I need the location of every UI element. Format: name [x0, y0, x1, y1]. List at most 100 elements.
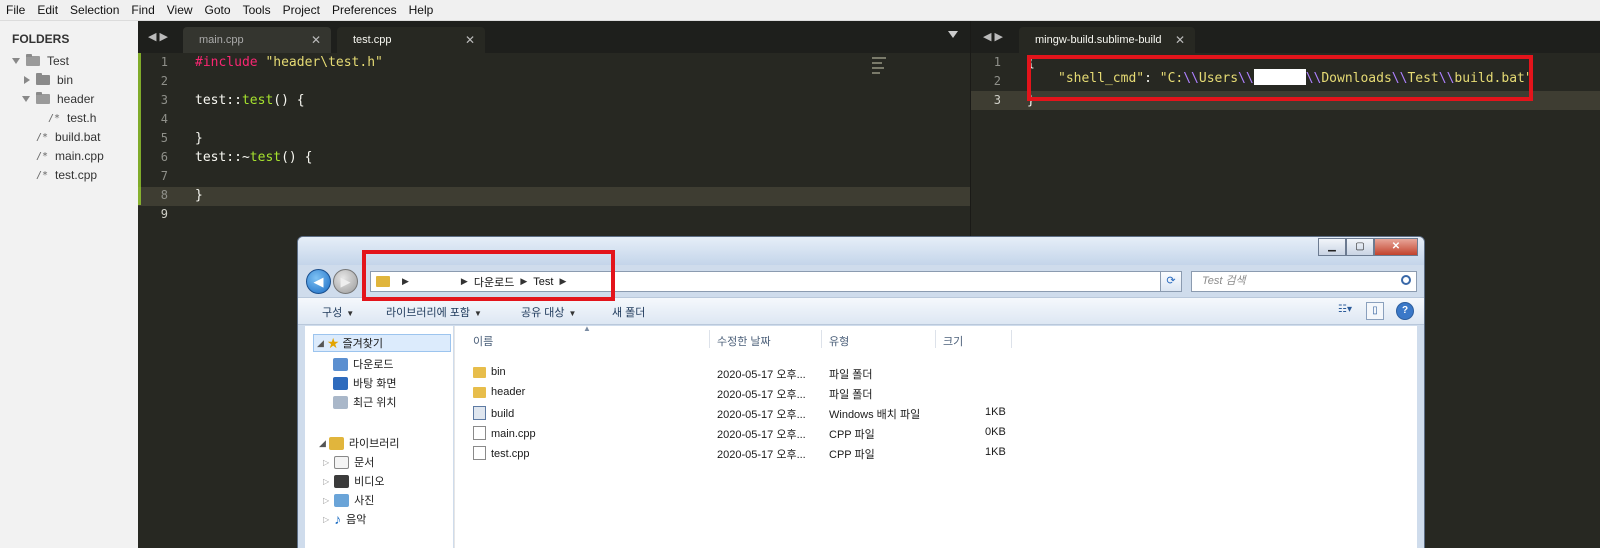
downloads-folder-icon [333, 357, 348, 371]
menu-help[interactable]: Help [403, 0, 440, 21]
pictures-icon [334, 493, 350, 507]
expand-arrow-icon[interactable] [12, 58, 20, 64]
code-line-1[interactable]: #include "header\test.h" [195, 53, 383, 72]
file-row-test-cpp[interactable]: test.cpp 2020-05-17 오후... CPP 파일 1KB [455, 443, 1419, 463]
minimap[interactable] [872, 57, 892, 87]
collapse-arrow-icon[interactable] [24, 76, 30, 84]
nav-videos[interactable]: ▷ 비디오 [323, 472, 385, 490]
code-line-8[interactable]: } [195, 186, 203, 205]
line-number: 1 [160, 55, 168, 69]
refresh-icon[interactable]: ⟳ [1160, 271, 1182, 292]
menu-find[interactable]: Find [125, 0, 160, 21]
menu-file[interactable]: File [0, 0, 31, 21]
search-icon[interactable] [1401, 275, 1411, 285]
tab-main-cpp[interactable]: main.cpp ✕ [183, 27, 331, 53]
nav-label: 비디오 [354, 476, 385, 488]
code-line-6[interactable]: test::~test() { [195, 148, 312, 167]
close-icon[interactable]: ✕ [465, 27, 475, 53]
tab-mingw-build[interactable]: mingw-build.sublime-build ✕ [1019, 27, 1195, 53]
help-icon[interactable]: ? [1396, 302, 1414, 320]
file-icon: /* [48, 112, 61, 124]
file-row-header[interactable]: header 2020-05-17 오후... 파일 폴더 [455, 383, 1419, 403]
tree-item-test[interactable]: Test [12, 52, 69, 70]
current-line-highlight [138, 187, 970, 206]
new-folder-button[interactable]: 새 폴더 [612, 304, 645, 320]
nav-favorites[interactable]: ◢ ★ 즐겨찾기 [313, 334, 451, 352]
menu-edit[interactable]: Edit [31, 0, 64, 21]
documents-icon [334, 455, 350, 469]
collapse-arrow-icon[interactable]: ◢ [317, 338, 324, 349]
column-divider[interactable] [1011, 330, 1012, 348]
expand-arrow-icon[interactable]: ▷ [323, 496, 329, 505]
collapse-arrow-icon[interactable]: ◢ [319, 438, 326, 449]
column-header-modified[interactable]: 수정한 날짜 [717, 333, 771, 349]
file-type: CPP 파일 [829, 429, 875, 441]
tree-item-build-bat[interactable]: /* build.bat [36, 128, 100, 146]
tree-item-test-h[interactable]: /* test.h [48, 109, 96, 127]
nav-label: 라이브러리 [348, 438, 400, 450]
code-line-5[interactable]: } [195, 129, 203, 148]
column-header-size[interactable]: 크기 [943, 333, 963, 349]
nav-recent[interactable]: 최근 위치 [333, 393, 397, 411]
nav-documents[interactable]: ▷ 문서 [323, 453, 374, 471]
nav-downloads[interactable]: 다운로드 [333, 355, 393, 373]
menu-preferences[interactable]: Preferences [326, 0, 403, 21]
file-type: Windows 배치 파일 [829, 409, 921, 421]
code-line-3[interactable]: test::test() { [195, 91, 305, 110]
organize-button[interactable]: 구성 ▼ [322, 304, 354, 320]
tab-scroll-arrows-icon[interactable]: ◀▶ [148, 30, 171, 43]
tree-item-header[interactable]: header [22, 90, 94, 108]
menu-goto[interactable]: Goto [199, 0, 237, 21]
column-header-type[interactable]: 유형 [829, 333, 849, 349]
file-row-bin[interactable]: bin 2020-05-17 오후... 파일 폴더 [455, 363, 1419, 383]
tree-item-main-cpp[interactable]: /* main.cpp [36, 147, 104, 165]
close-window-icon[interactable]: ✕ [1374, 238, 1418, 256]
column-header-name[interactable]: 이름 [473, 333, 493, 349]
nav-libraries[interactable]: ◢ 라이브러리 [319, 434, 400, 452]
view-options-icon[interactable]: ☷▾ [1336, 302, 1354, 320]
line-number: 4 [160, 112, 168, 126]
tab-test-cpp[interactable]: test.cpp ✕ [337, 27, 485, 53]
file-row-build[interactable]: build 2020-05-17 오후... Windows 배치 파일 1KB [455, 403, 1419, 423]
column-divider[interactable] [709, 330, 710, 348]
expand-arrow-icon[interactable] [22, 96, 30, 102]
nav-music[interactable]: ▷ ♪ 음악 [323, 510, 366, 528]
share-label: 공유 대상 [521, 307, 565, 319]
tree-item-label: bin [57, 73, 74, 87]
expand-arrow-icon[interactable]: ▷ [323, 458, 329, 467]
file-modified: 2020-05-17 오후... [717, 389, 806, 401]
line-number: 8 [160, 188, 168, 202]
gutter: 1 2 3 4 5 6 7 8 9 [138, 53, 188, 548]
preview-pane-icon[interactable]: ▯ [1366, 302, 1384, 320]
file-row-main-cpp[interactable]: main.cpp 2020-05-17 오후... CPP 파일 0KB [455, 423, 1419, 443]
share-button[interactable]: 공유 대상 ▼ [521, 304, 576, 320]
tree-item-bin[interactable]: bin [22, 71, 73, 89]
close-icon[interactable]: ✕ [311, 27, 321, 53]
tab-scroll-arrows-icon[interactable]: ◀▶ [983, 30, 1006, 43]
line-number: 3 [160, 93, 168, 107]
menu-view[interactable]: View [161, 0, 199, 21]
window-controls: ▁ ▢ ✕ [1318, 238, 1418, 256]
include-library-button[interactable]: 라이브러리에 포함 ▼ [386, 304, 482, 320]
highlight-box-address [362, 250, 615, 301]
forward-arrow-icon[interactable]: ▶ [333, 269, 358, 294]
menu-project[interactable]: Project [277, 0, 326, 21]
expand-arrow-icon[interactable]: ▷ [323, 477, 329, 486]
back-arrow-icon[interactable]: ◀ [306, 269, 331, 294]
tree-item-test-cpp[interactable]: /* test.cpp [36, 166, 97, 184]
expand-arrow-icon[interactable]: ▷ [323, 515, 329, 524]
search-input[interactable]: Test 검색 [1191, 271, 1417, 292]
file-type: 파일 폴더 [829, 369, 873, 381]
menu-tools[interactable]: Tools [237, 0, 277, 21]
maximize-icon[interactable]: ▢ [1346, 238, 1374, 256]
nav-desktop[interactable]: 바탕 화면 [333, 374, 397, 392]
column-divider[interactable] [935, 330, 936, 348]
column-divider[interactable] [821, 330, 822, 348]
star-icon: ★ [326, 334, 340, 351]
include-library-label: 라이브러리에 포함 [386, 307, 471, 319]
close-icon[interactable]: ✕ [1175, 27, 1185, 53]
minimize-icon[interactable]: ▁ [1318, 238, 1346, 256]
menu-selection[interactable]: Selection [64, 0, 125, 21]
nav-pictures[interactable]: ▷ 사진 [323, 491, 374, 509]
tab-dropdown-icon[interactable] [948, 31, 958, 38]
